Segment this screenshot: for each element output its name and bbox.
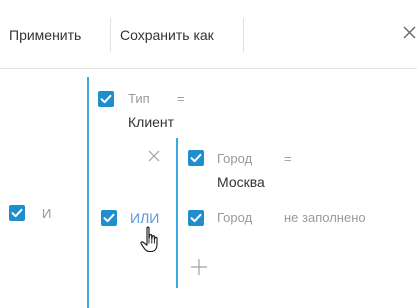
condition-city-value[interactable]: Москва [217,174,265,190]
or-group-operator-link[interactable]: ИЛИ [130,210,159,226]
add-condition-icon[interactable] [190,258,208,276]
toolbar-divider [243,18,244,52]
condition-city-checkbox[interactable] [188,150,204,166]
condition-type-checkbox[interactable] [98,91,114,107]
root-group-operator: И [42,206,52,221]
apply-button[interactable]: Применить [9,27,81,43]
condition-city-comparison[interactable]: = [284,151,292,166]
check-icon [11,208,23,218]
root-group-line [87,77,89,308]
hand-cursor-icon [140,226,158,253]
condition-type-field[interactable]: Тип [128,91,150,106]
or-group-checkbox[interactable] [101,210,117,226]
or-group-line [176,138,178,288]
condition-city-empty-checkbox[interactable] [188,210,204,226]
check-icon [103,213,115,223]
delete-condition-icon[interactable] [148,150,160,162]
filter-toolbar: Применить Сохранить как [0,0,417,69]
toolbar-divider [110,18,111,52]
close-icon[interactable] [402,25,417,40]
condition-city-empty-field[interactable]: Город [217,210,252,225]
save-as-button[interactable]: Сохранить как [120,27,214,43]
condition-type-value[interactable]: Клиент [128,114,174,130]
check-icon [190,213,202,223]
condition-type-comparison[interactable]: = [177,91,185,106]
condition-city-empty-comparison[interactable]: не заполнено [284,210,366,225]
condition-city-field[interactable]: Город [217,151,252,166]
check-icon [100,94,112,104]
check-icon [190,153,202,163]
root-group-checkbox[interactable] [9,205,25,221]
